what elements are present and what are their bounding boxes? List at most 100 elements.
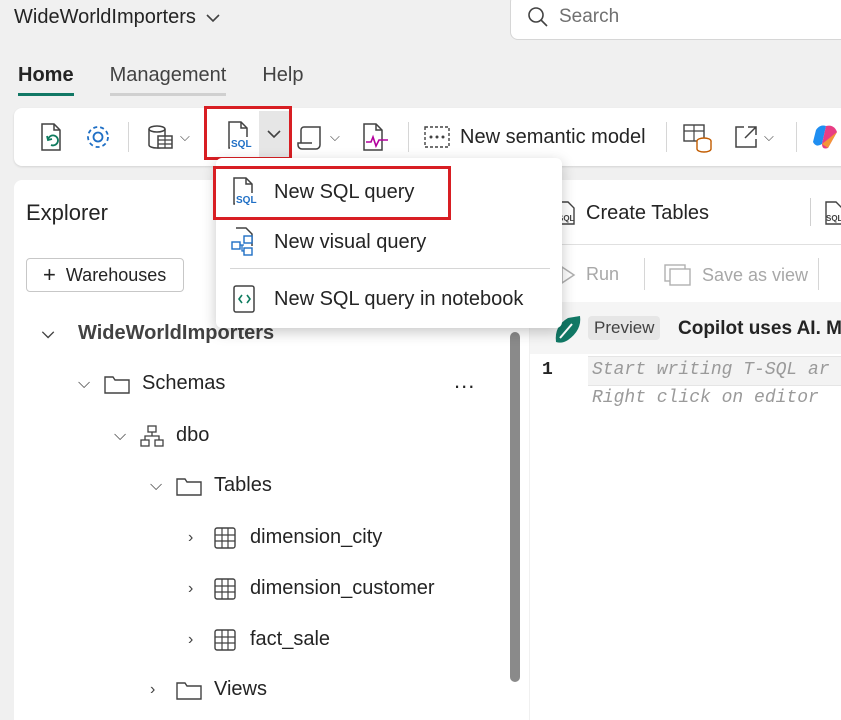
- copilot-notice-text: Copilot uses AI. M: [678, 318, 841, 339]
- play-icon: [561, 265, 576, 284]
- search-icon: [528, 7, 548, 27]
- chevron-right-icon: ›: [188, 579, 194, 597]
- svg-text:SQL: SQL: [826, 214, 841, 223]
- chevron-right-icon: ›: [150, 680, 156, 698]
- tree-label: dbo: [176, 424, 210, 446]
- tree-label: dimension_city: [250, 526, 383, 548]
- new-notebook-button[interactable]: ⌵: [296, 122, 340, 152]
- chevron-right-icon: ›: [188, 528, 194, 546]
- copilot-icon: [813, 125, 837, 149]
- editor-tab-create-tables[interactable]: SQL Create Tables: [556, 200, 709, 226]
- chevron-down-icon: ⌵: [150, 476, 163, 494]
- chevron-down-icon: ⌵: [78, 374, 91, 392]
- tree-item-tables[interactable]: ⌵ Tables: [150, 474, 272, 497]
- refresh-document-icon: [41, 123, 61, 151]
- menu-item-new-sql-query-in-notebook[interactable]: New SQL query in notebook: [230, 284, 523, 314]
- new-sql-query-inner: SQL: [225, 121, 255, 151]
- explorer-title: Explorer: [26, 200, 108, 225]
- chevron-down-icon: ⌵: [180, 129, 190, 144]
- workspace-name: WideWorldImporters: [14, 6, 196, 28]
- folder-icon: [176, 477, 202, 496]
- tab-management[interactable]: Management: [109, 64, 227, 96]
- sql-file-icon: SQL: [233, 177, 257, 206]
- chevron-down-icon: ⌵: [42, 324, 55, 342]
- menu-item-new-sql-query[interactable]: SQL New SQL query: [230, 176, 414, 208]
- menu-divider: [230, 268, 550, 269]
- tree-label: Tables: [214, 474, 272, 496]
- add-warehouses-label: Warehouses: [65, 264, 167, 285]
- menu-item-label: New SQL query in notebook: [274, 287, 524, 310]
- tab-help[interactable]: Help: [262, 64, 303, 96]
- settings-button[interactable]: [84, 122, 112, 152]
- sql-file-icon[interactable]: SQL: [824, 200, 841, 226]
- menu-item-new-visual-query[interactable]: New visual query: [230, 226, 426, 258]
- svg-text:SQL: SQL: [236, 195, 257, 206]
- tree-item-table[interactable]: › dimension_city: [188, 526, 382, 549]
- save-as-view-label: Save as view: [702, 264, 809, 285]
- search-placeholder: Search: [559, 6, 620, 27]
- tree-label: Views: [214, 678, 267, 700]
- add-warehouses-button[interactable]: + Warehouses: [26, 258, 184, 292]
- semantic-model-icon: [424, 126, 450, 148]
- ribbon-tabs: Home Management Help: [18, 64, 339, 96]
- chevron-right-icon: ›: [188, 630, 194, 648]
- sql-dropdown-toggle[interactable]: [259, 111, 289, 157]
- menu-item-label: New SQL query: [274, 180, 415, 203]
- more-options-icon[interactable]: ...: [454, 368, 475, 394]
- tree-item-table[interactable]: › fact_sale: [188, 628, 330, 651]
- workspace-selector[interactable]: WideWorldImporters: [14, 6, 220, 29]
- activity-file-icon: [363, 123, 388, 151]
- chevron-down-icon: ⌵: [330, 129, 340, 144]
- new-sql-dropdown-menu: SQL New SQL query New visual query New S…: [213, 158, 562, 328]
- tree-item-schemas[interactable]: ⌵ Schemas: [78, 372, 225, 395]
- table-load-icon: [683, 124, 712, 153]
- copilot-banner: Preview Copilot uses AI. M: [530, 302, 841, 354]
- load-data-button[interactable]: [682, 122, 714, 153]
- tree-label: dimension_customer: [250, 577, 435, 599]
- chevron-down-icon: ⌵: [764, 129, 774, 144]
- refresh-button[interactable]: [38, 122, 66, 152]
- tab-home[interactable]: Home: [18, 64, 74, 96]
- open-external-icon: [735, 126, 757, 148]
- notebook-scroll-icon: [297, 126, 321, 150]
- chevron-down-icon: [267, 130, 281, 139]
- schema-hierarchy-icon: [140, 424, 164, 447]
- explorer-scrollbar[interactable]: [510, 332, 520, 682]
- new-sql-query-split-button[interactable]: SQL: [204, 106, 292, 160]
- chevron-down-icon: [206, 13, 220, 22]
- svg-text:SQL: SQL: [231, 139, 252, 150]
- plus-icon: +: [43, 262, 56, 287]
- editor-tab-label: Create Tables: [586, 201, 710, 224]
- sql-file-icon: SQL: [228, 121, 252, 150]
- search-box[interactable]: Search: [510, 0, 841, 40]
- tree-item-table[interactable]: › dimension_customer: [188, 577, 435, 600]
- chevron-down-icon: ⌵: [114, 426, 127, 444]
- table-grid-icon: [214, 628, 236, 651]
- menu-item-label: New visual query: [274, 230, 427, 253]
- open-in-button[interactable]: ⌵: [732, 122, 774, 152]
- tree-item-views[interactable]: › Views: [150, 678, 267, 701]
- table-grid-icon: [214, 577, 236, 600]
- editor-placeholder-line1[interactable]: Start writing T-SQL ar: [592, 360, 830, 380]
- line-number: 1: [542, 360, 553, 380]
- database-table-icon: [148, 125, 173, 149]
- editor-placeholder-line2[interactable]: Right click on editor: [592, 388, 819, 408]
- get-data-button[interactable]: ⌵: [146, 122, 190, 152]
- run-button[interactable]: Run: [560, 264, 619, 285]
- folder-icon: [104, 375, 130, 394]
- new-semantic-model-button[interactable]: New semantic model: [424, 122, 646, 152]
- copilot-button[interactable]: [810, 122, 840, 152]
- table-grid-icon: [214, 526, 236, 549]
- notebook-code-icon: [233, 285, 255, 313]
- save-view-icon: [664, 264, 691, 286]
- preview-badge: Preview: [588, 316, 661, 340]
- save-as-view-button[interactable]: Save as view: [664, 264, 808, 286]
- new-semantic-model-label: New semantic model: [460, 125, 646, 148]
- folder-icon: [176, 681, 202, 700]
- query-editor-area: SQL Create Tables SQL Run Save as view P…: [530, 180, 841, 720]
- tree-label: fact_sale: [250, 628, 331, 650]
- gear-icon: [87, 126, 109, 148]
- monitor-button[interactable]: [360, 122, 392, 152]
- tree-item-dbo[interactable]: ⌵ dbo: [114, 424, 209, 447]
- visual-query-icon: [231, 227, 253, 256]
